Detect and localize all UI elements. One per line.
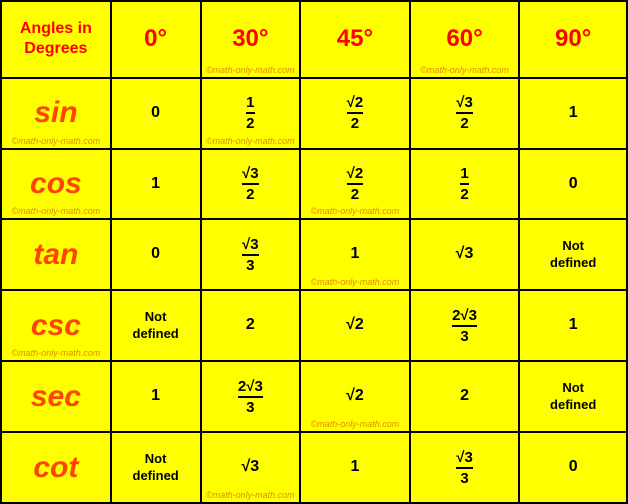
tan-0: 0 [111, 219, 201, 290]
cot-30: √3 ©math-only-math.com [201, 432, 301, 503]
header-angles-label: Angles inDegrees [1, 1, 111, 78]
func-cos: cos ©math-only-math.com [1, 149, 111, 220]
sec-0: 1 [111, 361, 201, 432]
header-60deg: 60° ©math-only-math.com [410, 1, 520, 78]
csc-45: √2 [300, 290, 410, 361]
sec-45: √2 ©math-only-math.com [300, 361, 410, 432]
func-cot: cot [1, 432, 111, 503]
tan-45: 1 ©math-only-math.com [300, 219, 410, 290]
tan-30: √3 3 [201, 219, 301, 290]
cos-90: 0 [519, 149, 627, 220]
header-45deg: 45° [300, 1, 410, 78]
csc-90: 1 [519, 290, 627, 361]
sin-90: 1 [519, 78, 627, 149]
cot-60: √3 3 [410, 432, 520, 503]
sin-45: √2 2 [300, 78, 410, 149]
cos-30: √3 2 [201, 149, 301, 220]
func-tan: tan [1, 219, 111, 290]
cos-0: 1 [111, 149, 201, 220]
sec-60: 2 [410, 361, 520, 432]
csc-0: Notdefined [111, 290, 201, 361]
cot-45: 1 [300, 432, 410, 503]
sin-0: 0 [111, 78, 201, 149]
sec-30: 2√3 3 [201, 361, 301, 432]
func-sec: sec [1, 361, 111, 432]
csc-60: 2√3 3 [410, 290, 520, 361]
cot-0: Notdefined [111, 432, 201, 503]
sec-90: Notdefined [519, 361, 627, 432]
tan-90: Notdefined [519, 219, 627, 290]
tan-60: √3 [410, 219, 520, 290]
func-csc: csc ©math-only-math.com [1, 290, 111, 361]
sin-30: 1 2 ©math-only-math.com [201, 78, 301, 149]
header-0deg: 0° [111, 1, 201, 78]
csc-30: 2 [201, 290, 301, 361]
header-90deg: 90° [519, 1, 627, 78]
sin-60: √3 2 [410, 78, 520, 149]
cos-45: √2 2 ©math-only-math.com [300, 149, 410, 220]
header-30deg: 30° ©math-only-math.com [201, 1, 301, 78]
cot-90: 0 [519, 432, 627, 503]
cos-60: 1 2 [410, 149, 520, 220]
func-sin: sin ©math-only-math.com [1, 78, 111, 149]
